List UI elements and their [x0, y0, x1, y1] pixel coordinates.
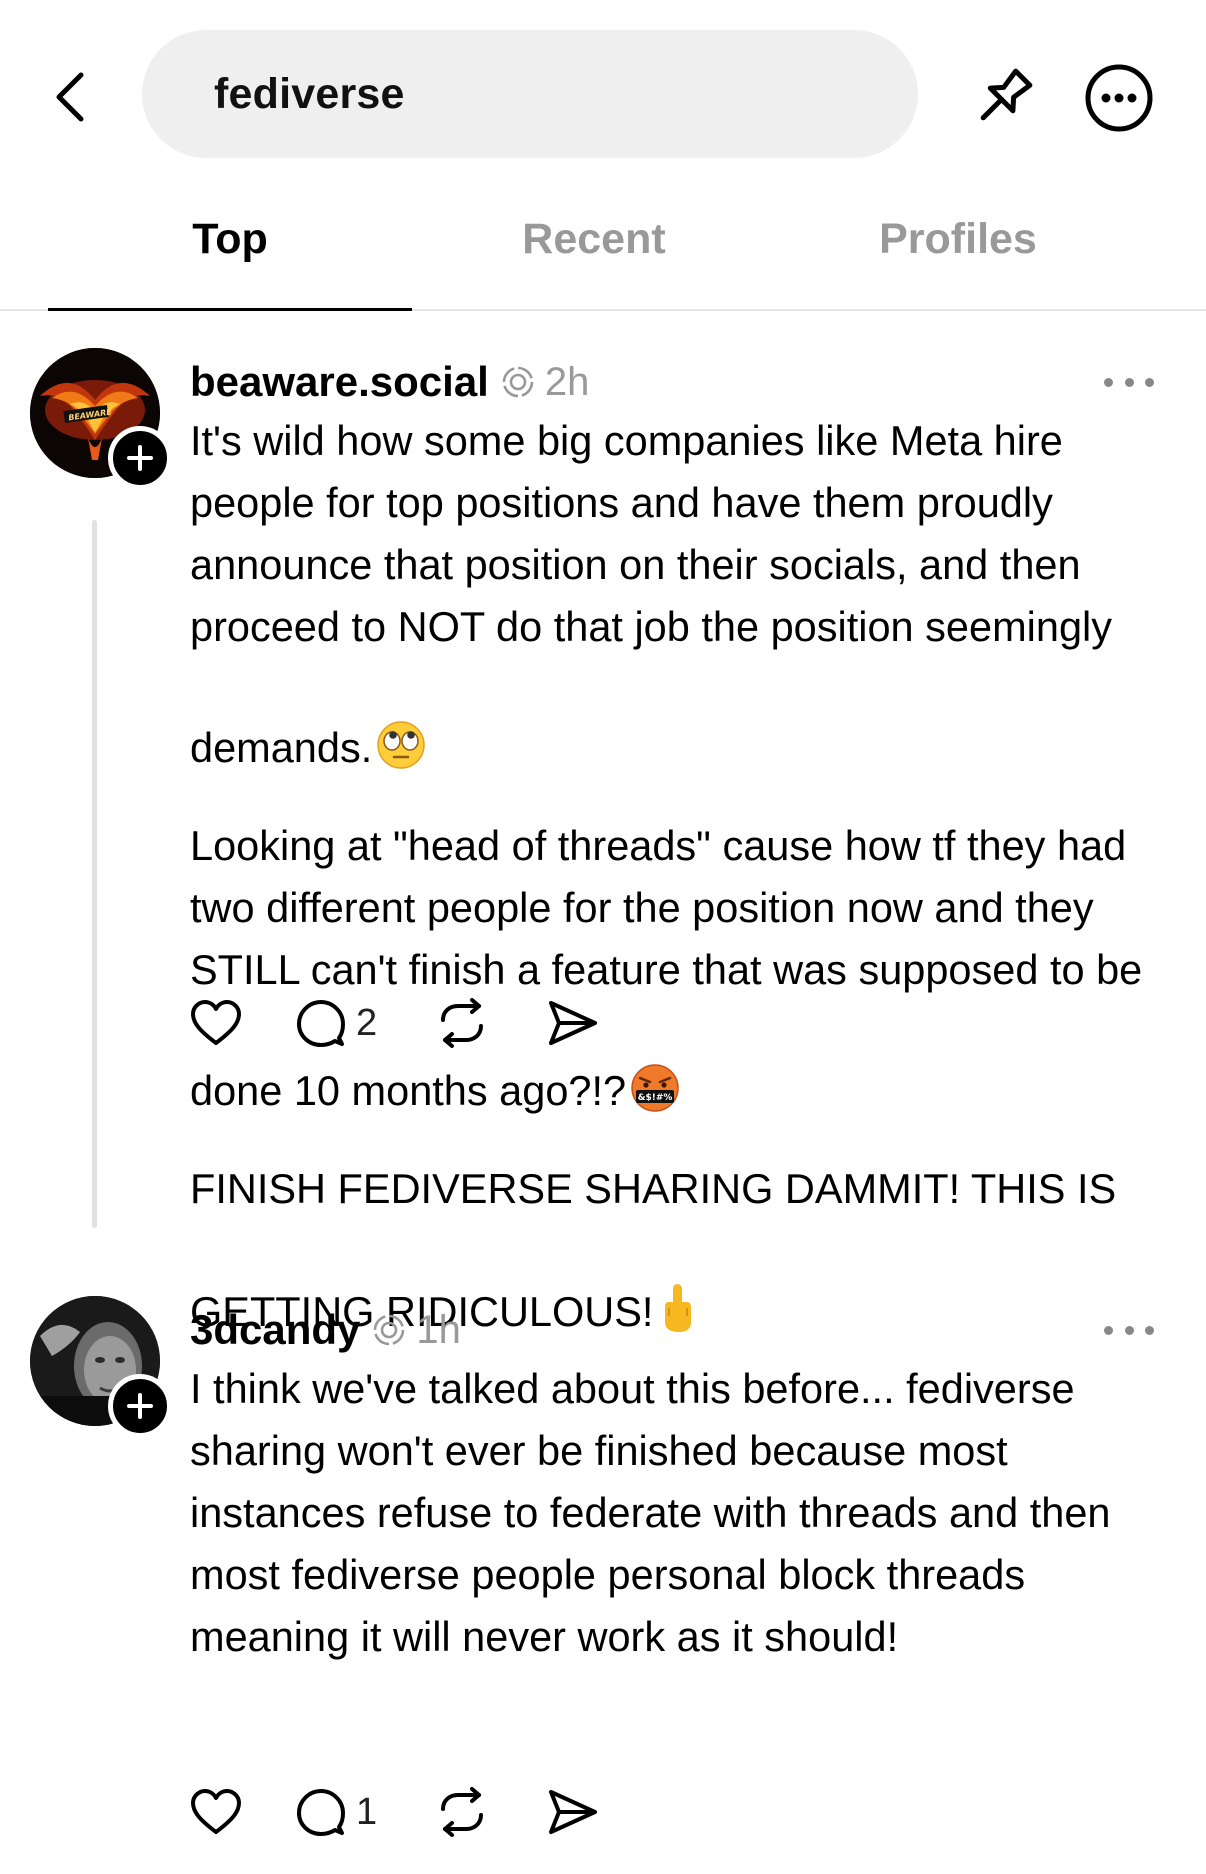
dot: [1104, 1325, 1113, 1335]
dot: [1124, 1325, 1134, 1335]
more-options-button[interactable]: [1076, 55, 1162, 141]
comment-icon: [297, 1789, 345, 1836]
fediverse-icon: [501, 365, 535, 399]
svg-text:&$!#%: &$!#%: [638, 1093, 673, 1103]
eye-roll-emoji: [376, 658, 426, 787]
search-tabs: Top Recent Profiles: [0, 185, 1206, 311]
more-circle-icon: [1085, 64, 1153, 132]
fediverse-icon: [372, 1313, 406, 1347]
reply-count: 2: [356, 1001, 378, 1044]
dot: [1124, 377, 1134, 387]
reply-button[interactable]: 1: [296, 1787, 377, 1837]
repost-button[interactable]: [435, 1787, 489, 1837]
like-button[interactable]: [190, 1788, 242, 1836]
follow-button[interactable]: [108, 1374, 172, 1438]
heart-icon: [191, 1000, 241, 1045]
post-header: 3dcandy 1h: [190, 1300, 461, 1360]
dot: [1145, 1325, 1154, 1335]
pin-button[interactable]: [960, 55, 1046, 141]
send-icon: [549, 1001, 598, 1045]
avatar-beaware[interactable]: BEAWARE: [30, 348, 172, 490]
pin-icon: [980, 68, 1033, 121]
post-actions: 2: [190, 993, 599, 1053]
back-button[interactable]: [42, 62, 98, 132]
comment-icon: [297, 1000, 345, 1047]
post-menu-button[interactable]: [1104, 362, 1154, 402]
reply-button[interactable]: 2: [296, 998, 377, 1048]
post-paragraph: It's wild how some big companies like Me…: [190, 410, 1180, 787]
post-paragraph: Looking at "head of threads" cause how t…: [190, 815, 1180, 1130]
thread-line: [92, 520, 97, 1228]
post-actions: 1: [190, 1782, 599, 1842]
chevron-left-icon: [56, 72, 84, 122]
post-time: 2h: [544, 359, 590, 404]
search-query: fediverse: [214, 69, 405, 118]
share-button[interactable]: [547, 1788, 599, 1836]
send-icon: [549, 1790, 598, 1834]
tab-top[interactable]: Top: [48, 185, 412, 307]
repost-icon: [441, 1787, 484, 1837]
post-paragraph: I think we've talked about this before..…: [190, 1365, 1111, 1660]
dot: [1104, 377, 1113, 387]
share-button[interactable]: [547, 999, 599, 1047]
post-time: 1h: [416, 1307, 461, 1352]
heart-icon: [191, 1789, 241, 1834]
username[interactable]: beaware.social: [190, 358, 489, 406]
username[interactable]: 3dcandy: [190, 1306, 360, 1354]
paragraph-text: It's wild how some big companies like Me…: [190, 417, 1112, 771]
plus-icon: [127, 445, 153, 471]
reply-count: 1: [356, 1790, 378, 1833]
plus-icon: [127, 1393, 153, 1419]
post-menu-button[interactable]: [1104, 1310, 1154, 1350]
post-text: I think we've talked about this before..…: [190, 1358, 1180, 1696]
active-tab-indicator: [48, 308, 412, 311]
post-text: It's wild how some big companies like Me…: [190, 410, 1180, 1379]
avatar-3dcandy[interactable]: [30, 1296, 172, 1438]
cursing-face-emoji: &$!#%: [630, 1001, 680, 1130]
tab-profiles[interactable]: Profiles: [776, 185, 1140, 307]
post-header: beaware.social 2h: [190, 352, 589, 412]
search-input[interactable]: fediverse: [142, 30, 918, 158]
repost-button[interactable]: [435, 998, 489, 1048]
repost-icon: [441, 998, 484, 1048]
top-bar: fediverse: [0, 0, 1206, 170]
middle-finger-emoji: [657, 1220, 697, 1351]
tab-recent[interactable]: Recent: [412, 185, 776, 307]
like-button[interactable]: [190, 999, 242, 1047]
dot: [1145, 377, 1154, 387]
follow-button[interactable]: [108, 426, 172, 490]
